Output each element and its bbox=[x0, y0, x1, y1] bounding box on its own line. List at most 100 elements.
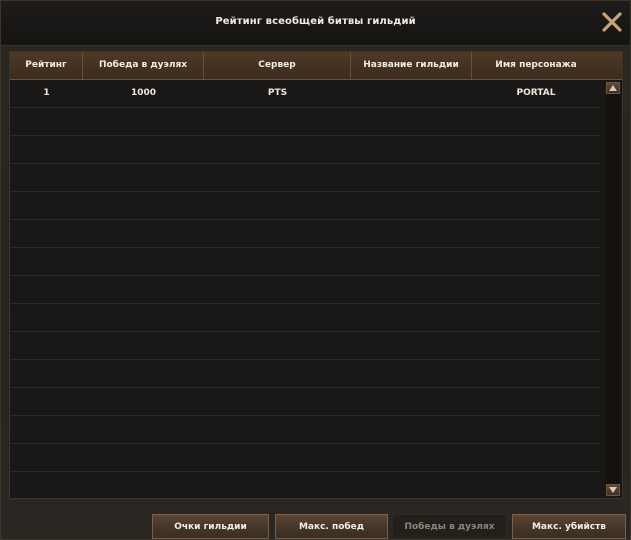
cell-rank bbox=[10, 220, 83, 247]
cell-server bbox=[204, 360, 351, 387]
close-icon bbox=[602, 12, 622, 32]
column-header-rank[interactable]: Рейтинг bbox=[10, 52, 83, 79]
cell-character-name bbox=[472, 472, 600, 499]
cell-duel-wins bbox=[83, 164, 204, 191]
table-body: 1 1000 PTS PORTAL bbox=[10, 80, 600, 500]
cell-server bbox=[204, 388, 351, 415]
cell-character-name bbox=[472, 416, 600, 443]
scrollbar[interactable] bbox=[606, 82, 620, 496]
cell-rank bbox=[10, 192, 83, 219]
table-row[interactable] bbox=[10, 388, 600, 416]
cell-character-name bbox=[472, 444, 600, 471]
scroll-down-button[interactable] bbox=[606, 484, 620, 496]
cell-rank bbox=[10, 444, 83, 471]
cell-server bbox=[204, 248, 351, 275]
arrow-down-icon bbox=[609, 487, 617, 493]
table-row[interactable]: 1 1000 PTS PORTAL bbox=[10, 80, 600, 108]
table-row[interactable] bbox=[10, 108, 600, 136]
ranking-mode-buttons: Очки гильдии Макс. побед Победы в дуэлях… bbox=[151, 514, 626, 540]
table-row[interactable] bbox=[10, 444, 600, 472]
cell-guild-name bbox=[351, 108, 472, 135]
table-row[interactable] bbox=[10, 360, 600, 388]
cell-duel-wins bbox=[83, 444, 204, 471]
cell-rank bbox=[10, 304, 83, 331]
table-row[interactable] bbox=[10, 276, 600, 304]
cell-character-name bbox=[472, 164, 600, 191]
cell-rank bbox=[10, 164, 83, 191]
cell-server bbox=[204, 472, 351, 499]
table-row[interactable] bbox=[10, 472, 600, 500]
cell-character-name bbox=[472, 332, 600, 359]
cell-guild-name bbox=[351, 360, 472, 387]
table-row[interactable] bbox=[10, 136, 600, 164]
cell-duel-wins bbox=[83, 136, 204, 163]
title-bar: Рейтинг всеобщей битвы гильдий bbox=[1, 1, 630, 46]
cell-duel-wins bbox=[83, 192, 204, 219]
ranking-table-panel: Рейтинг Победа в дуэлях Сервер Название … bbox=[9, 51, 623, 500]
cell-rank bbox=[10, 248, 83, 275]
guild-points-button[interactable]: Очки гильдии bbox=[152, 514, 269, 539]
cell-rank bbox=[10, 276, 83, 303]
cell-guild-name bbox=[351, 388, 472, 415]
cell-guild-name bbox=[351, 164, 472, 191]
cell-rank bbox=[10, 332, 83, 359]
cell-character-name bbox=[472, 108, 600, 135]
cell-rank bbox=[10, 108, 83, 135]
close-button[interactable] bbox=[600, 10, 624, 34]
table-row[interactable] bbox=[10, 416, 600, 444]
cell-guild-name bbox=[351, 220, 472, 247]
cell-character-name bbox=[472, 388, 600, 415]
cell-server bbox=[204, 108, 351, 135]
column-header-server[interactable]: Сервер bbox=[204, 52, 351, 79]
cell-rank: 1 bbox=[43, 88, 50, 98]
cell-guild-name bbox=[351, 276, 472, 303]
cell-guild-name bbox=[351, 192, 472, 219]
cell-rank bbox=[10, 360, 83, 387]
table-row[interactable] bbox=[10, 304, 600, 332]
table-row[interactable] bbox=[10, 220, 600, 248]
cell-character-name bbox=[472, 276, 600, 303]
cell-server bbox=[204, 136, 351, 163]
cell-guild-name bbox=[351, 80, 472, 107]
scroll-up-button[interactable] bbox=[606, 82, 620, 94]
cell-character-name bbox=[472, 192, 600, 219]
table-row[interactable] bbox=[10, 332, 600, 360]
cell-server bbox=[204, 416, 351, 443]
arrow-up-icon bbox=[609, 85, 617, 91]
cell-server bbox=[204, 304, 351, 331]
cell-server bbox=[204, 332, 351, 359]
cell-duel-wins bbox=[83, 108, 204, 135]
cell-character-name bbox=[472, 360, 600, 387]
cell-duel-wins bbox=[83, 304, 204, 331]
cell-rank bbox=[10, 388, 83, 415]
table-row[interactable] bbox=[10, 192, 600, 220]
cell-character-name bbox=[472, 304, 600, 331]
max-wins-button[interactable]: Макс. побед bbox=[275, 514, 388, 539]
cell-character-name bbox=[472, 248, 600, 275]
cell-duel-wins bbox=[83, 416, 204, 443]
cell-guild-name bbox=[351, 248, 472, 275]
cell-duel-wins: 1000 bbox=[130, 88, 157, 98]
max-kills-button[interactable]: Макс. убийств bbox=[512, 514, 626, 539]
cell-guild-name bbox=[351, 416, 472, 443]
table-row[interactable] bbox=[10, 248, 600, 276]
duel-wins-button[interactable]: Победы в дуэлях bbox=[392, 514, 507, 539]
table-row[interactable] bbox=[10, 164, 600, 192]
cell-duel-wins bbox=[83, 220, 204, 247]
cell-character-name bbox=[472, 136, 600, 163]
cell-duel-wins bbox=[83, 332, 204, 359]
cell-rank bbox=[10, 136, 83, 163]
table-header: Рейтинг Победа в дуэлях Сервер Название … bbox=[10, 52, 622, 80]
cell-guild-name bbox=[351, 136, 472, 163]
column-header-duel-wins[interactable]: Победа в дуэлях bbox=[83, 52, 204, 79]
cell-server: PTS bbox=[267, 88, 288, 98]
cell-guild-name bbox=[351, 472, 472, 499]
cell-server bbox=[204, 444, 351, 471]
cell-server bbox=[204, 276, 351, 303]
cell-guild-name bbox=[351, 304, 472, 331]
cell-duel-wins bbox=[83, 388, 204, 415]
column-header-guild-name[interactable]: Название гильдии bbox=[351, 52, 472, 79]
guild-battle-ranking-window: Рейтинг всеобщей битвы гильдий Рейтинг П… bbox=[0, 0, 631, 540]
cell-guild-name bbox=[351, 444, 472, 471]
column-header-character-name[interactable]: Имя персонажа bbox=[472, 52, 600, 79]
